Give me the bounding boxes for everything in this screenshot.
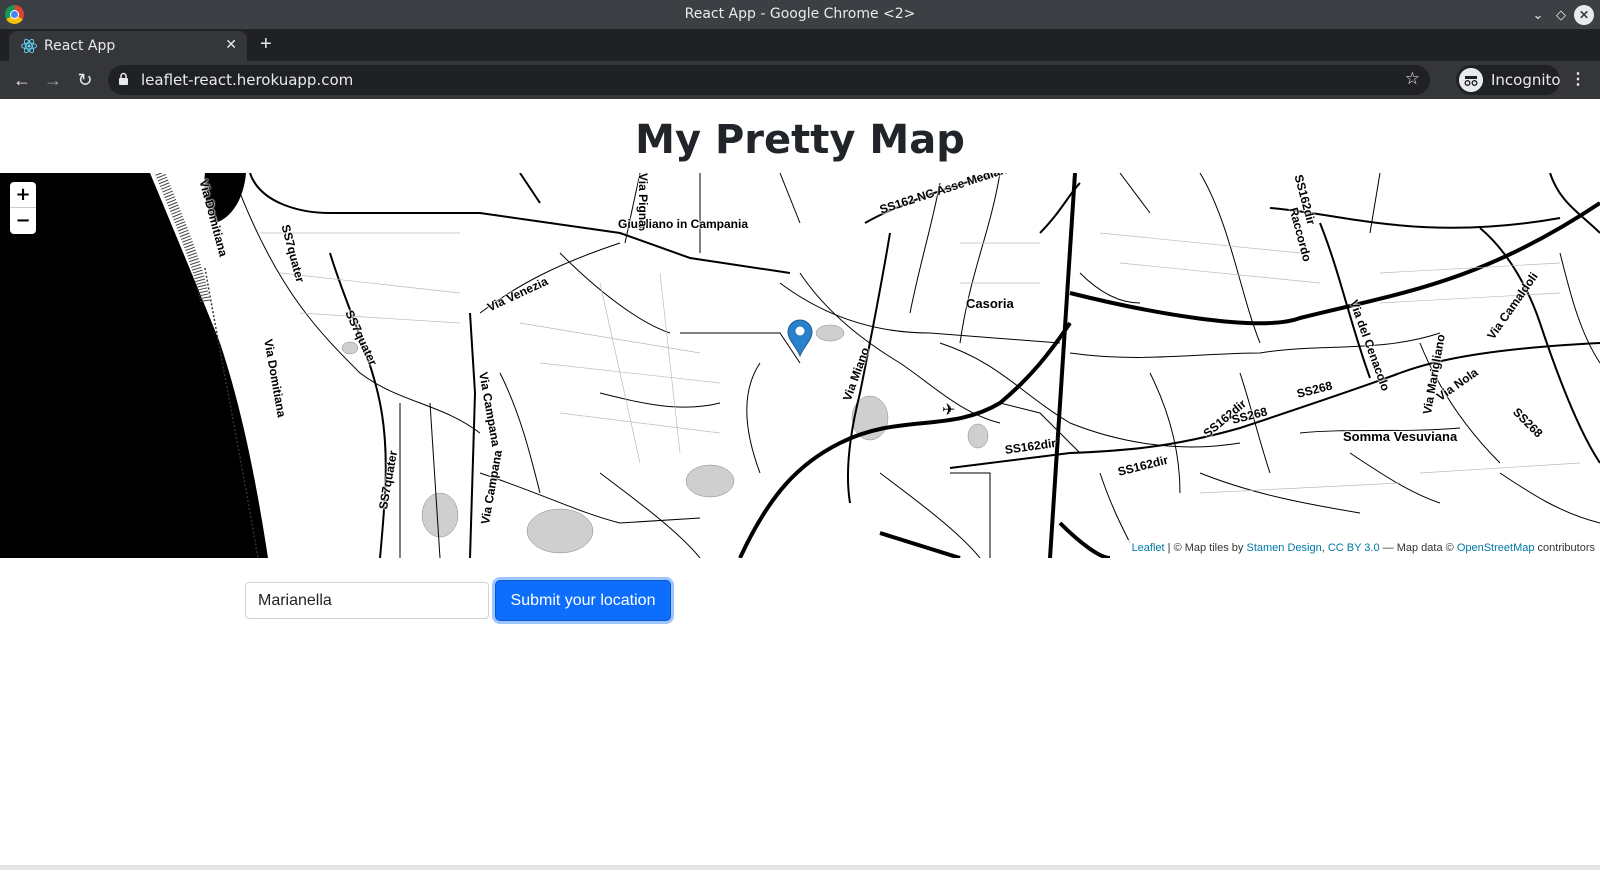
window-title: React App - Google Chrome <2> (684, 6, 916, 22)
lock-icon (119, 72, 128, 85)
zoom-in-button[interactable]: + (10, 182, 36, 208)
browser-menu-icon[interactable]: ⋮ (1570, 69, 1586, 89)
bottom-border (0, 865, 1600, 870)
react-icon (21, 38, 37, 54)
url-text: leaflet-react.herokuapp.com (141, 71, 354, 89)
zoom-control: + − (10, 182, 36, 234)
page-title: My Pretty Map (635, 117, 965, 163)
map-tiles: ✈ (0, 173, 1600, 558)
submit-location-button[interactable]: Submit your location (495, 580, 671, 621)
location-input[interactable]: Marianella (245, 582, 489, 619)
attribution-sep: | © Map tiles by (1164, 542, 1247, 554)
map-label-casoria: Casoria (966, 296, 1014, 311)
minimize-icon[interactable]: ⌄ (1528, 5, 1548, 25)
back-arrow-icon[interactable]: ← (11, 69, 33, 91)
new-tab-icon[interactable]: + (260, 34, 272, 54)
window-titlebar: React App - Google Chrome <2> ⌄ ◇ ✕ (0, 0, 1600, 29)
tab-react-app[interactable]: React App ✕ (9, 31, 247, 61)
tab-label: React App (44, 38, 116, 54)
address-bar[interactable]: leaflet-react.herokuapp.com ☆ (108, 65, 1430, 95)
incognito-icon (1459, 68, 1483, 92)
page-content: My Pretty Map ✈ Giugliano in Campania Ca… (0, 99, 1600, 865)
incognito-label: Incognito (1491, 71, 1561, 89)
maximize-icon[interactable]: ◇ (1551, 5, 1571, 25)
license-link[interactable]: CC BY 3.0 (1328, 542, 1380, 554)
bookmark-star-icon[interactable]: ☆ (1405, 69, 1420, 89)
attribution-data: — Map data © (1379, 542, 1457, 554)
incognito-badge[interactable]: Incognito (1456, 65, 1561, 95)
forward-arrow-icon[interactable]: → (42, 69, 64, 91)
close-window-icon[interactable]: ✕ (1574, 5, 1594, 25)
browser-toolbar: ← → ↻ leaflet-react.herokuapp.com ☆ Inco… (0, 61, 1600, 99)
leaflet-link[interactable]: Leaflet (1132, 542, 1165, 554)
zoom-out-button[interactable]: − (10, 208, 36, 234)
osm-link[interactable]: OpenStreetMap (1457, 542, 1535, 554)
map-attribution: Leaflet | © Map tiles by Stamen Design, … (1126, 540, 1600, 558)
reload-icon[interactable]: ↻ (74, 69, 96, 91)
map-label-somma: Somma Vesuviana (1343, 429, 1458, 444)
stamen-link[interactable]: Stamen Design (1246, 542, 1321, 554)
airport-icon: ✈ (942, 402, 955, 419)
tab-close-icon[interactable]: ✕ (225, 36, 237, 53)
attribution-contributors: contributors (1534, 542, 1595, 554)
leaflet-map[interactable]: ✈ Giugliano in Campania Casoria Somma Ve… (0, 173, 1600, 558)
tab-strip: React App ✕ (0, 29, 1600, 61)
map-label-via-pigna: Via Pigna (636, 173, 650, 227)
